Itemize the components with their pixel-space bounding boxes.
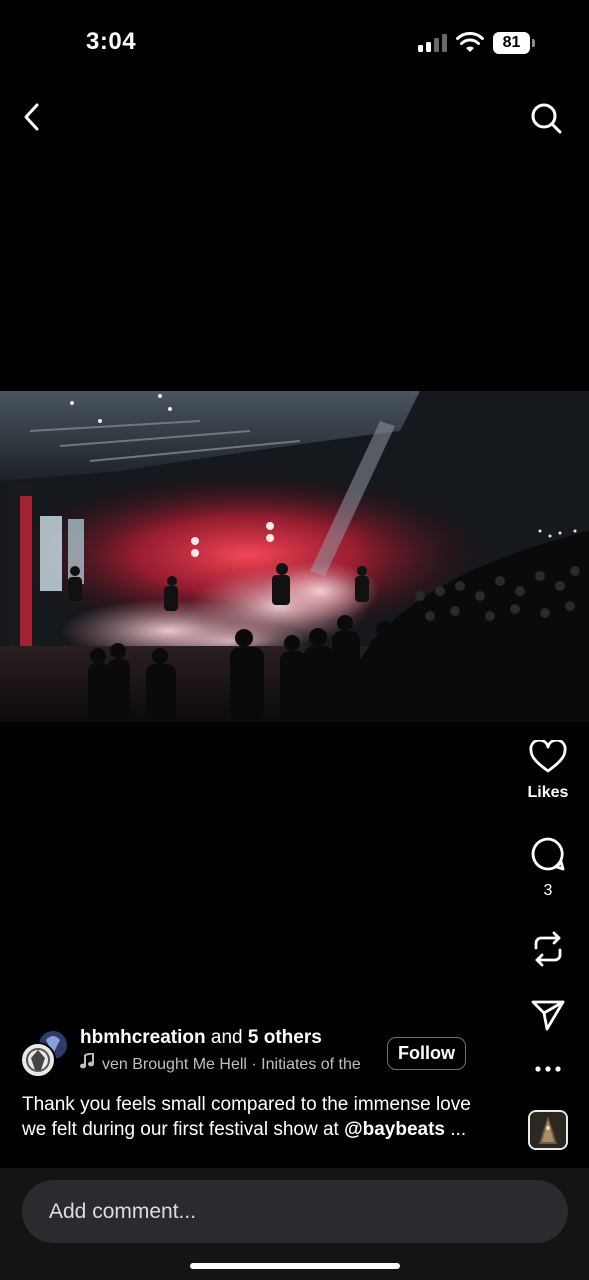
cellular-signal-icon xyxy=(418,34,448,52)
post-caption[interactable]: Thank you feels small compared to the im… xyxy=(22,1092,492,1142)
send-icon[interactable] xyxy=(530,998,566,1032)
concert-photo xyxy=(0,391,589,722)
comment-action[interactable]: 3 xyxy=(518,836,578,900)
post-photo[interactable] xyxy=(0,391,589,722)
author-avatars[interactable] xyxy=(20,1028,72,1080)
music-note-icon xyxy=(80,1053,94,1069)
home-indicator[interactable] xyxy=(190,1263,400,1269)
music-line[interactable]: ven Brought Me Hell · Initiates of the xyxy=(80,1053,370,1075)
music-track-text: ven Brought Me Hell · Initiates of the xyxy=(102,1056,361,1073)
author-line[interactable]: hbmhcreation and 5 others xyxy=(80,1027,322,1049)
like-action[interactable]: Likes xyxy=(518,740,578,802)
more-action[interactable] xyxy=(518,1064,578,1074)
back-chevron-icon[interactable] xyxy=(18,100,48,134)
add-comment-input[interactable] xyxy=(22,1180,568,1243)
battery-percent: 81 xyxy=(502,34,521,51)
follow-button[interactable]: Follow xyxy=(387,1037,466,1070)
wifi-icon xyxy=(456,32,484,52)
search-icon[interactable] xyxy=(528,100,564,136)
repost-action[interactable] xyxy=(518,930,578,968)
author-others[interactable]: 5 others xyxy=(248,1027,322,1048)
status-time: 3:04 xyxy=(86,28,137,55)
caption-more[interactable]: ... xyxy=(445,1119,466,1140)
comment-bubble-icon[interactable] xyxy=(530,836,566,872)
heart-icon[interactable] xyxy=(529,740,567,774)
more-horizontal-icon[interactable] xyxy=(533,1064,563,1074)
author-conjunction: and xyxy=(210,1027,243,1048)
music-album-thumbnail[interactable] xyxy=(528,1110,568,1150)
caption-mention[interactable]: @baybeats xyxy=(344,1119,445,1140)
repost-icon[interactable] xyxy=(530,930,566,968)
share-action[interactable] xyxy=(518,998,578,1032)
comments-count: 3 xyxy=(543,882,553,899)
likes-label: Likes xyxy=(527,784,569,801)
battery-icon: 81 xyxy=(493,32,535,54)
author-username[interactable]: hbmhcreation xyxy=(80,1027,206,1048)
